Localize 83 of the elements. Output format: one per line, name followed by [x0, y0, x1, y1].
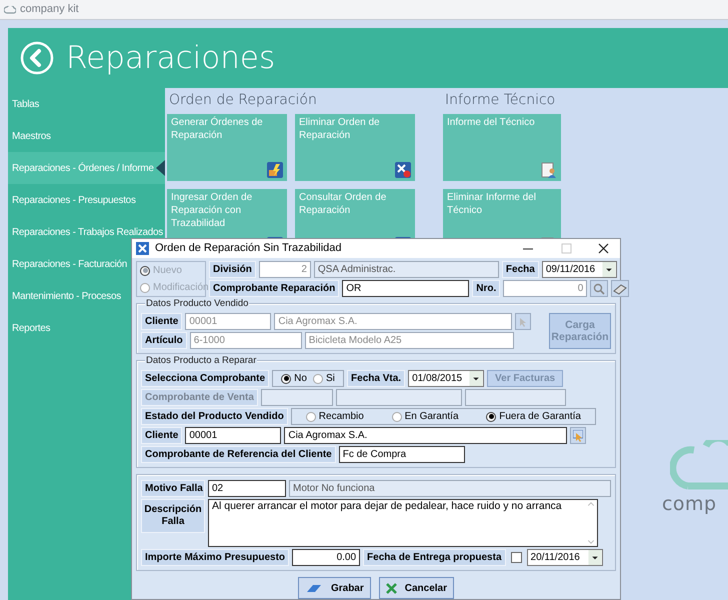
radio-button[interactable]: No: [281, 371, 307, 386]
radio-button[interactable]: Fuera de Garantía: [486, 409, 581, 424]
text-field[interactable]: [464, 389, 566, 406]
group-title: Datos Producto Vendido: [145, 298, 250, 309]
text-field[interactable]: 2: [258, 261, 311, 278]
field-label: Estado del Producto Vendido: [141, 408, 288, 425]
caret-icon: [469, 371, 484, 386]
field-label: Fecha: [502, 261, 539, 278]
text-area[interactable]: Al querer arrancar el motor para dejar de pedalear, hace ruido y no arranca: [208, 499, 598, 547]
app-title: company kit: [20, 2, 79, 18]
page-title: Reparaciones: [66, 38, 276, 78]
cancel-button[interactable]: Cancelar: [378, 577, 454, 599]
text-field[interactable]: Cia Agromax S.A.: [274, 313, 512, 330]
field-label: Comprobante Reparación: [209, 280, 340, 297]
search-button[interactable]: [590, 280, 608, 297]
lightning-icon: [267, 162, 283, 178]
cross-icon: [386, 582, 397, 594]
cursor-button[interactable]: [515, 313, 532, 330]
field-label: Artículo: [141, 332, 187, 349]
cloud-logo: [670, 440, 728, 490]
text-field[interactable]: 00001: [185, 313, 272, 330]
eraser-button[interactable]: [611, 280, 630, 297]
section-title: Informe Técnico: [444, 91, 556, 110]
tile-button[interactable]: Generar Órdenes de Reparación: [167, 114, 287, 181]
caret-icon: [588, 550, 602, 565]
text-field[interactable]: QSA Administrac.: [314, 261, 499, 278]
scrollbar: [586, 501, 596, 545]
date-field[interactable]: 09/11/2016: [542, 261, 617, 278]
text-field[interactable]: 0.00: [292, 549, 360, 566]
date-field[interactable]: 01/08/2015: [408, 370, 484, 387]
text-field[interactable]: OR: [342, 280, 470, 297]
group-title: Datos Producto a Reparar: [145, 355, 258, 366]
text-field[interactable]: 6-1000: [190, 332, 302, 349]
maximize-button[interactable]: [559, 243, 573, 254]
radio-button[interactable]: Nuevo: [140, 263, 205, 278]
delete-icon: [395, 162, 411, 178]
back-button[interactable]: [20, 41, 54, 75]
sidebar-item[interactable]: Reparaciones - Presupuestos: [8, 184, 165, 216]
section-title: Orden de Reparación: [168, 91, 318, 110]
field-label: Importe Máximo Presupuesto: [141, 549, 290, 566]
text-field[interactable]: Motor No funciona: [289, 480, 611, 497]
text-field[interactable]: 00001: [185, 427, 282, 444]
text-field[interactable]: Cia Agromax S.A.: [284, 427, 568, 444]
tile-button[interactable]: Eliminar Orden de Reparación: [295, 114, 415, 181]
field-label: Motivo Falla: [141, 480, 205, 497]
sidebar-item[interactable]: Reparaciones - Órdenes / Informe: [8, 152, 165, 184]
text-field[interactable]: 0: [503, 280, 588, 297]
cursor-icon: [519, 316, 528, 326]
checkbox[interactable]: [510, 552, 522, 563]
field-label: Cliente: [141, 427, 182, 444]
field-label: Descripción Falla: [141, 499, 205, 533]
field-label: Selecciona Comprobante: [141, 370, 270, 387]
sidebar-item[interactable]: Maestros: [8, 120, 165, 152]
cursor-icon: [573, 430, 584, 442]
radio-button[interactable]: Si: [312, 371, 335, 386]
field-label: Comprobante de Venta: [141, 389, 258, 406]
field-label: Fecha Vta.: [347, 370, 406, 387]
field-label: Comprobante de Referencia del Cliente: [141, 446, 336, 463]
ver-facturas-button[interactable]: Ver Facturas: [487, 370, 564, 387]
text-field[interactable]: Bicicleta Modelo A25: [304, 332, 514, 349]
text-field[interactable]: 02: [208, 480, 286, 497]
sidebar-item[interactable]: Tablas: [8, 88, 165, 120]
field-label: División: [209, 261, 256, 278]
tile-button[interactable]: Informe del Técnico: [443, 114, 561, 181]
close-button[interactable]: [597, 243, 611, 254]
radio-button[interactable]: Recambio: [306, 409, 364, 424]
save-button[interactable]: Grabar: [298, 577, 371, 599]
text-field[interactable]: [336, 389, 462, 406]
logo-text: comp: [662, 492, 717, 517]
caret-icon: [602, 262, 616, 277]
field-label: Nro.: [472, 280, 500, 297]
field-label: Fecha de Entrega propuesta: [363, 549, 506, 566]
radio-button[interactable]: En Garantía: [392, 409, 458, 424]
pen-icon: [304, 583, 323, 593]
document-icon: [541, 162, 557, 178]
load-button[interactable]: Carga Reparación: [549, 313, 611, 349]
cursor-button[interactable]: [570, 427, 586, 444]
cloud-icon: [4, 6, 16, 14]
date-field[interactable]: 20/11/2016: [526, 549, 603, 566]
text-field[interactable]: Fc de Compra: [338, 446, 465, 463]
app-icon: [136, 242, 149, 255]
text-field[interactable]: [260, 389, 333, 406]
field-label: Cliente: [141, 313, 182, 330]
